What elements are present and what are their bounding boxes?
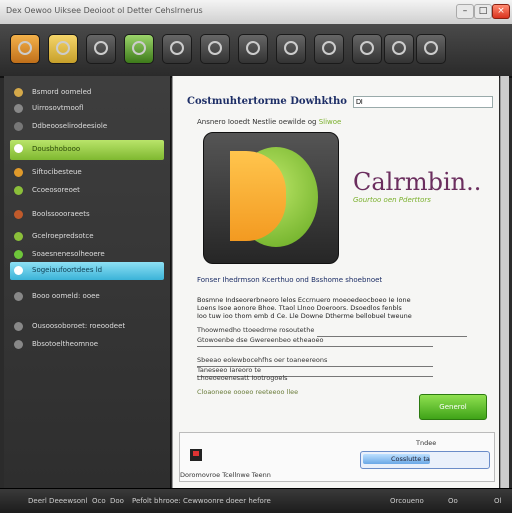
chip-icon[interactable]	[352, 34, 382, 64]
sidebar-item-highlighted[interactable]: Sogeiaufoortdees ld	[10, 262, 164, 280]
toolbar	[0, 24, 512, 78]
sidebar-item[interactable]: Ddbeooselirodeesiole	[10, 118, 164, 136]
bullet-icon	[14, 104, 23, 113]
sidebar-item[interactable]: Gcelroepredsotce	[10, 228, 164, 246]
sidebar-item[interactable]: Ousoosoboroet: roeoodeet	[10, 318, 164, 336]
bullet-icon	[14, 168, 23, 177]
status-item: Ol	[494, 497, 502, 505]
bullet-icon	[14, 266, 23, 275]
note-text: Cloaoneoe oooeo reeteeoo llee	[197, 388, 299, 396]
brand-tagline: Gourtoo oen Pderttors	[353, 196, 431, 204]
bullet-icon	[14, 122, 23, 131]
sidebar-item-selected[interactable]: Dousbhobooo	[10, 140, 164, 160]
bullet-icon	[14, 88, 23, 97]
chart-icon[interactable]	[238, 34, 268, 64]
description-heading: Fonser Ihedrmson Kcerthuo ond Bsshome sh…	[197, 276, 383, 284]
media-icon[interactable]	[314, 34, 344, 64]
status-bar: Deerl Deeewsonl Oco Doo Pefolt bhrooe: C…	[0, 488, 512, 513]
disk-icon[interactable]	[416, 34, 446, 64]
title-bar: Dex Oewoo Uiksee Deoioot ol Detter Cehsl…	[0, 0, 512, 25]
search-input[interactable]	[353, 96, 493, 108]
page-subtitle: Ansnero Iooedt Nestlie oewilde og Sliwoe	[197, 118, 342, 126]
tools-icon[interactable]	[276, 34, 306, 64]
generate-button[interactable]: Generol	[419, 394, 487, 420]
sidebar-item[interactable]: Booo oomeld: ooee	[10, 288, 164, 306]
bottom-panel: Tndee Doromovroe Tcellnwe Teenn Cosslutt…	[179, 432, 495, 482]
bullet-icon	[14, 186, 23, 195]
sidebar-item[interactable]: Ccoeosoreoet	[10, 182, 164, 200]
page-title: Costmuhtertorme Dowhktho	[187, 96, 347, 107]
globe-icon[interactable]	[162, 34, 192, 64]
sidebar-item[interactable]: Bbsotoeltheomnoe	[10, 336, 164, 354]
form-field[interactable]: Lhoeoeoenesatt Iootrogoels	[197, 374, 487, 386]
sidebar-item[interactable]: Boolssoooraeets	[10, 206, 164, 224]
flag-icon	[190, 449, 202, 461]
description-line: Bosmne Indseorerbneoro lelos Eccrnuero m…	[197, 296, 411, 304]
sidebar: Bsmord oomeled Uirrosovtmoofl Ddbeooseli…	[4, 76, 171, 488]
panel-tag: Tndee	[416, 439, 437, 447]
bullet-icon	[14, 322, 23, 331]
description-line: Ioo tuw ioo thom emb d Ce. Lle Downe Dth…	[197, 312, 412, 320]
maximize-button[interactable]: □	[474, 4, 492, 19]
app-logo-tile	[203, 132, 339, 264]
lock-icon[interactable]	[384, 34, 414, 64]
bullet-icon	[14, 340, 23, 349]
progress-label: Cosslutte ta	[391, 455, 430, 463]
folder-icon[interactable]	[48, 34, 78, 64]
form-field[interactable]: Gtowoenbe dse Gwereenbeo etheaoeo	[197, 336, 487, 348]
sidebar-item[interactable]: Siftocibesteue	[10, 164, 164, 182]
sidebar-item[interactable]: Uirrosovtmoofl	[10, 100, 164, 118]
dial-icon[interactable]	[200, 34, 230, 64]
window-title: Dex Oewoo Uiksee Deoioot ol Detter Cehsl…	[6, 6, 203, 15]
status-item: Doo	[110, 497, 124, 505]
vertical-scrollbar[interactable]	[500, 76, 509, 488]
bullet-icon	[14, 250, 23, 259]
settings-icon[interactable]	[86, 34, 116, 64]
status-item: Pefolt bhrooe: Cewwoonre doeer hefore	[132, 497, 271, 505]
close-button[interactable]: ×	[492, 4, 510, 19]
status-item: Deerl Deeewsonl	[28, 497, 88, 505]
brand-name: Calrmbin..	[353, 168, 482, 196]
bullet-icon	[14, 210, 23, 219]
minimize-button[interactable]: –	[456, 4, 474, 19]
bullet-icon	[14, 232, 23, 241]
app-icon[interactable]	[10, 34, 40, 64]
window-icon[interactable]	[124, 34, 154, 64]
progress-button[interactable]: Cosslutte ta	[360, 451, 490, 469]
status-item: Orcoueno	[390, 497, 424, 505]
main-panel: Costmuhtertorme Dowhktho Ansnero Iooedt …	[172, 76, 499, 488]
subtitle-link[interactable]: Sliwoe	[319, 118, 342, 126]
bullet-icon	[14, 292, 23, 301]
field-underline	[197, 346, 433, 347]
panel-label: Doromovroe Tcellnwe Teenn	[180, 471, 271, 479]
status-item: Oo	[448, 497, 458, 505]
description-line: Loens Isoe aonore Bhoe. Ttaol Llnoo Doer…	[197, 304, 402, 312]
bullet-icon	[14, 144, 23, 153]
status-item: Oco	[92, 497, 106, 505]
